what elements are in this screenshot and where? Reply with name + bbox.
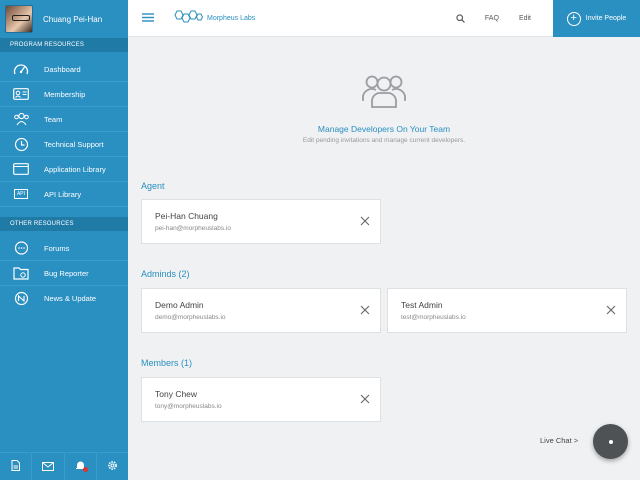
user-profile[interactable]: Chuang Pei-Han [0,0,128,38]
main-content: Manage Developers On Your Team Edit pend… [128,38,640,480]
admins-section-title: Adminds (2) [141,269,190,279]
remove-button[interactable] [358,304,372,318]
sidebar-bottom-bar [0,452,128,480]
search-button[interactable] [456,10,465,28]
sidebar-item-label: Dashboard [44,64,81,74]
invite-people-button[interactable]: + Invite People [553,0,640,37]
faq-link[interactable]: FAQ [485,15,499,22]
hexagon-logo-icon [173,9,204,28]
sidebar-item-news-update[interactable]: News & Update [0,286,128,311]
person-name: Test Admin [401,300,443,310]
other-resources-heading: OTHER RESOURCES [0,217,128,231]
document-icon [11,458,21,476]
person-email: demo@morpheuslabs.io [155,314,226,321]
person-card: Test Admin test@morpheuslabs.io [387,288,627,333]
remove-button[interactable] [358,215,372,229]
gauge-icon [12,61,30,77]
remove-button[interactable] [358,393,372,407]
settings-button[interactable] [97,453,128,480]
sidebar-item-api-library[interactable]: API API Library [0,182,128,207]
sidebar: Chuang Pei-Han PROGRAM RESOURCES Dashboa… [0,0,128,480]
agent-section-title: Agent [141,181,165,191]
person-email: pei-han@morpheuslabs.io [155,225,231,232]
support-icon [12,136,30,152]
page-subtitle: Edit pending invitations and manage curr… [302,137,466,144]
close-icon [360,391,370,409]
close-icon [360,302,370,320]
sidebar-item-forums[interactable]: Forums [0,236,128,261]
sidebar-item-application-library[interactable]: Application Library [0,157,128,182]
bug-report-icon [12,265,30,281]
plus-circle-icon: + [566,11,581,26]
document-button[interactable] [0,453,33,480]
avatar [5,5,33,33]
sidebar-item-label: API Library [44,189,82,199]
gear-icon [107,458,118,476]
sidebar-item-label: Bug Reporter [44,268,89,278]
news-icon [12,291,30,307]
person-email: tony@morpheuslabs.io [155,403,222,410]
sidebar-item-team[interactable]: Team [0,107,128,132]
api-icon: API [12,186,30,202]
notification-badge [82,467,88,472]
hamburger-icon [142,9,154,27]
more-dots-icon [608,439,613,444]
person-name: Tony Chew [155,389,198,399]
sidebar-item-bug-reporter[interactable]: Bug Reporter [0,261,128,286]
chat-fab-button[interactable] [593,424,628,459]
sidebar-item-membership[interactable]: Membership [0,82,128,107]
close-icon [360,213,370,231]
api-icon-text: API [13,189,29,199]
page-title: Manage Developers On Your Team [317,124,451,134]
edit-link[interactable]: Edit [519,15,531,22]
sidebar-item-label: News & Update [44,294,97,303]
mail-icon [41,458,54,476]
invite-people-label: Invite People [585,15,627,22]
window-icon [12,161,30,177]
person-card: Demo Admin demo@morpheuslabs.io [141,288,381,333]
notifications-button[interactable] [65,453,97,480]
chat-bubble-icon [12,240,30,256]
hero: Manage Developers On Your Team Edit pend… [128,71,640,144]
person-name: Demo Admin [155,300,204,310]
program-resources-heading: PROGRAM RESOURCES [0,38,128,52]
person-name: Pei-Han Chuang [155,211,218,221]
person-card: Tony Chew tony@morpheuslabs.io [141,377,381,422]
sidebar-item-label: Application Library [44,164,106,174]
remove-button[interactable] [604,304,618,318]
person-email: test@morpheuslabs.io [401,314,466,321]
sidebar-item-dashboard[interactable]: Dashboard [0,57,128,82]
sidebar-item-label: Technical Support [44,139,104,149]
menu-button[interactable] [128,0,168,37]
sidebar-item-label: Team [44,114,63,124]
mail-button[interactable] [32,453,65,480]
person-card: Pei-Han Chuang pei-han@morpheuslabs.io [141,199,381,244]
user-name: Chuang Pei-Han [43,14,103,24]
members-section-title: Members (1) [141,358,193,368]
id-card-icon [12,86,30,102]
search-icon [456,10,465,27]
sidebar-item-label: Forums [44,243,70,253]
team-group-icon [362,75,406,113]
brand-logo[interactable]: Morpheus Labs [173,9,255,28]
brand-name: Morpheus Labs [207,14,256,22]
close-icon [606,302,616,320]
sidebar-item-label: Membership [44,89,86,99]
team-icon [12,111,30,127]
live-chat-link[interactable]: Live Chat > [540,436,578,445]
sidebar-item-technical-support[interactable]: Technical Support [0,132,128,157]
top-header: Morpheus Labs FAQ Edit + Invite People [128,0,640,37]
